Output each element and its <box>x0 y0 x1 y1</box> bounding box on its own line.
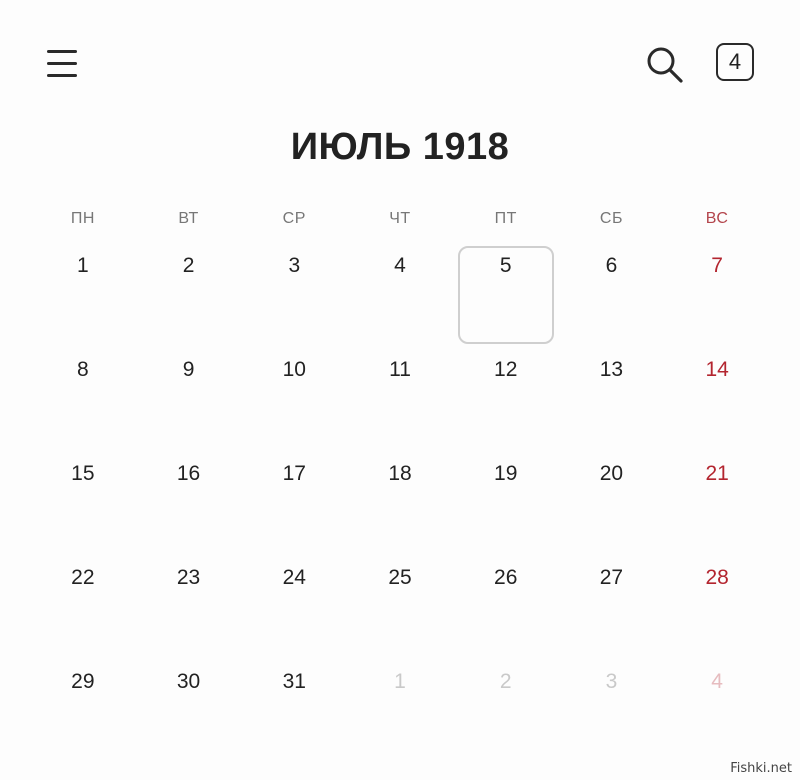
day-cell[interactable]: 29 <box>30 656 136 760</box>
day-cell[interactable]: 19 <box>453 448 559 552</box>
day-cell[interactable]: 26 <box>453 552 559 656</box>
day-cell[interactable]: 27 <box>559 552 665 656</box>
day-number: 8 <box>77 358 89 381</box>
day-number: 29 <box>71 670 95 693</box>
day-cell-selected[interactable]: 5 <box>453 240 559 344</box>
day-number: 3 <box>605 670 618 693</box>
weekday-label: ВТ <box>178 210 199 227</box>
day-cell[interactable]: 25 <box>347 552 453 656</box>
day-cell[interactable]: 4 <box>347 240 453 344</box>
day-number: 25 <box>388 566 412 589</box>
day-cell-outside-month[interactable]: 4 <box>664 656 770 760</box>
day-number: 30 <box>176 670 201 693</box>
day-number: 2 <box>499 670 512 693</box>
day-cell[interactable]: 21 <box>664 448 770 552</box>
day-number: 17 <box>282 462 306 485</box>
calendar-app: 4 ИЮЛЬ 1918 ПН ВТ СР ЧТ ПТ СБ ВС 1 2 3 4 5 6 7 8 9 10 11… <box>0 0 800 780</box>
day-number: 12 <box>494 358 518 381</box>
day-number: 16 <box>176 462 201 485</box>
day-number: 6 <box>605 254 618 277</box>
day-cell[interactable]: 7 <box>664 240 770 344</box>
weekday-label: ПТ <box>494 210 517 227</box>
weekday-label: СР <box>282 210 306 227</box>
day-cell[interactable]: 30 <box>136 656 242 760</box>
day-cell[interactable]: 28 <box>664 552 770 656</box>
day-cell[interactable]: 2 <box>136 240 242 344</box>
top-bar: 4 <box>0 0 800 120</box>
day-cell[interactable]: 16 <box>136 448 242 552</box>
day-cell-outside-month[interactable]: 2 <box>453 656 559 760</box>
search-icon[interactable] <box>644 44 686 86</box>
day-cell[interactable]: 10 <box>241 344 347 448</box>
day-cell[interactable]: 23 <box>136 552 242 656</box>
weekday-header-row: ПН ВТ СР ЧТ ПТ СБ ВС <box>30 210 770 228</box>
day-cell[interactable]: 22 <box>30 552 136 656</box>
day-cell-outside-month[interactable]: 3 <box>559 656 665 760</box>
day-number: 14 <box>705 358 729 381</box>
day-cell[interactable]: 3 <box>241 240 347 344</box>
day-number: 23 <box>176 566 201 589</box>
day-number: 9 <box>182 358 195 381</box>
day-number: 11 <box>389 358 411 381</box>
day-cell[interactable]: 13 <box>559 344 665 448</box>
day-cell[interactable]: 6 <box>559 240 665 344</box>
day-number: 28 <box>705 566 729 589</box>
day-number: 2 <box>182 254 195 277</box>
day-number: 4 <box>711 670 723 693</box>
weekday-label: ВС <box>705 210 729 227</box>
day-number: 13 <box>599 358 624 381</box>
day-cell-outside-month[interactable]: 1 <box>347 656 453 760</box>
today-button[interactable]: 4 <box>716 43 754 81</box>
day-cell[interactable]: 18 <box>347 448 453 552</box>
day-cell[interactable]: 15 <box>30 448 136 552</box>
watermark: Fishki.net <box>730 761 792 776</box>
weekday-label: ПН <box>70 210 95 227</box>
day-number: 19 <box>494 462 518 485</box>
day-cell[interactable]: 20 <box>559 448 665 552</box>
day-number: 1 <box>77 254 89 277</box>
day-number: 7 <box>711 254 723 277</box>
day-number: 15 <box>71 462 95 485</box>
day-number: 31 <box>282 670 306 693</box>
day-cell[interactable]: 17 <box>241 448 347 552</box>
weekday-label: ЧТ <box>389 210 411 227</box>
day-cell[interactable]: 14 <box>664 344 770 448</box>
day-cell[interactable]: 1 <box>30 240 136 344</box>
day-number: 10 <box>282 358 306 381</box>
weekday-label: СБ <box>599 210 623 227</box>
day-cell[interactable]: 11 <box>347 344 453 448</box>
day-number: 27 <box>599 566 624 589</box>
day-cell[interactable]: 9 <box>136 344 242 448</box>
day-cell[interactable]: 12 <box>453 344 559 448</box>
day-number: 26 <box>494 566 518 589</box>
day-number: 22 <box>71 566 95 589</box>
day-number: 3 <box>288 254 301 277</box>
day-number: 4 <box>394 254 406 277</box>
day-cell[interactable]: 24 <box>241 552 347 656</box>
day-number: 20 <box>599 462 624 485</box>
month-grid: 1 2 3 4 5 6 7 8 9 10 11 12 13 14 15 16 17 18 19 20 21 22 23 24 2… <box>30 240 770 760</box>
day-cell[interactable]: 31 <box>241 656 347 760</box>
day-cell[interactable]: 8 <box>30 344 136 448</box>
month-title[interactable]: ИЮЛЬ 1918 <box>0 126 800 169</box>
day-number: 18 <box>388 462 412 485</box>
hamburger-menu-icon[interactable] <box>44 44 82 84</box>
day-number: 1 <box>394 670 406 693</box>
day-number: 21 <box>705 462 729 485</box>
day-number: 24 <box>282 566 306 589</box>
day-number: 5 <box>499 254 512 277</box>
